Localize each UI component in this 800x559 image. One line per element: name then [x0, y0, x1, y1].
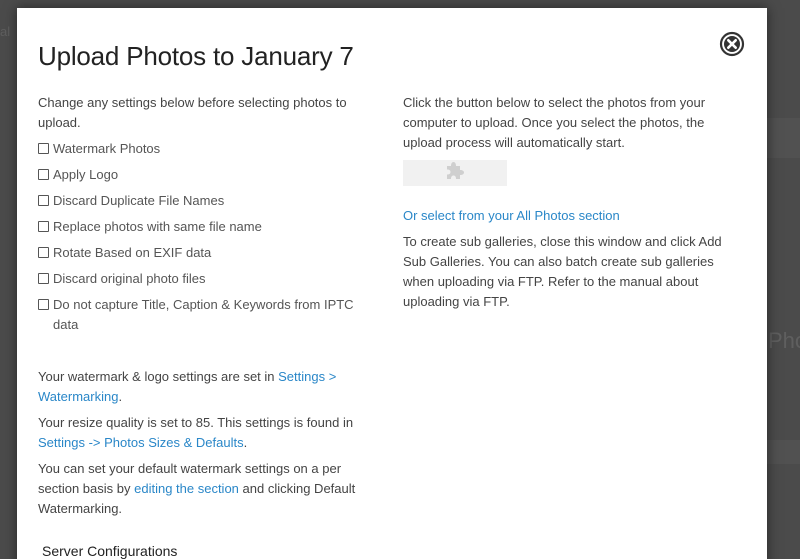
option-row[interactable]: Discard Duplicate File Names [38, 191, 368, 211]
option-row[interactable]: Discard original photo files [38, 269, 368, 289]
close-icon[interactable] [719, 31, 745, 57]
option-label: Watermark Photos [53, 141, 161, 156]
dialog-title: Upload Photos to January 7 [38, 41, 354, 71]
option-label: Discard original photo files [53, 271, 206, 286]
upload-column: Click the button below to select the pho… [403, 93, 738, 312]
editing-section-link[interactable]: editing the section [134, 481, 239, 496]
background-fragment-right: Pho [768, 328, 800, 353]
option-label: Rotate Based on EXIF data [53, 245, 212, 260]
resize-quality-note: Your resize quality is set to 85. This s… [38, 415, 354, 450]
option-label: Discard Duplicate File Names [53, 193, 225, 208]
option-checkbox[interactable] [38, 273, 49, 284]
option-row[interactable]: Do not capture Title, Caption & Keywords… [38, 295, 368, 335]
option-row[interactable]: Rotate Based on EXIF data [38, 243, 368, 263]
option-row[interactable]: Apply Logo [38, 165, 368, 185]
option-row[interactable]: Replace photos with same file name [38, 217, 368, 237]
watermark-note: Your watermark & logo settings are set i… [38, 369, 337, 404]
upload-options: Watermark Photos Apply Logo Discard Duplic… [38, 139, 368, 335]
option-checkbox[interactable] [38, 247, 49, 258]
option-checkbox[interactable] [38, 169, 49, 180]
select-photos-button[interactable] [403, 160, 507, 186]
option-row[interactable]: Watermark Photos [38, 139, 368, 159]
background-panel-strip-lower [766, 440, 800, 464]
background-panel-strip [766, 118, 800, 158]
option-label: Replace photos with same file name [53, 219, 262, 234]
sub-galleries-info: To create sub galleries, close this wind… [403, 234, 722, 309]
option-checkbox[interactable] [38, 221, 49, 232]
option-checkbox[interactable] [38, 195, 49, 206]
settings-column: Change any settings below before selecti… [38, 93, 368, 519]
puzzle-plugin-icon [444, 159, 466, 187]
all-photos-link[interactable]: Or select from your All Photos section [403, 206, 738, 226]
server-configurations-heading: Server Configurations [42, 543, 178, 559]
photo-sizes-settings-link[interactable]: Settings -> Photos Sizes & Defaults [38, 435, 244, 450]
option-checkbox[interactable] [38, 143, 49, 154]
upload-instructions: Click the button below to select the pho… [403, 95, 706, 150]
option-checkbox[interactable] [38, 299, 49, 310]
option-label: Do not capture Title, Caption & Keywords… [53, 297, 354, 332]
settings-intro: Change any settings below before selecti… [38, 95, 347, 130]
upload-dialog: Upload Photos to January 7 Change any se… [17, 8, 767, 559]
option-label: Apply Logo [53, 167, 119, 182]
background-fragment-left: al [0, 24, 11, 39]
section-watermark-note: You can set your default watermark setti… [38, 461, 356, 516]
